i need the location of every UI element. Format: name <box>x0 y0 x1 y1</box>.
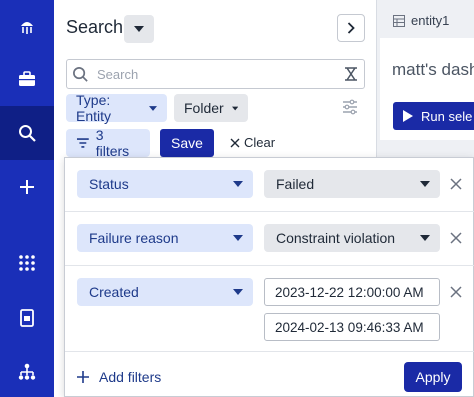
filter-value-select-status[interactable]: Failed <box>264 170 440 198</box>
caret-down-icon <box>420 181 430 187</box>
filter-lines-icon <box>76 138 89 148</box>
remove-filter-button[interactable] <box>447 175 465 193</box>
search-input[interactable] <box>97 65 327 83</box>
tab-entity1[interactable]: entity1 <box>393 13 449 28</box>
run-selected-button[interactable]: Run sele <box>393 102 474 130</box>
tab-label: entity1 <box>411 13 450 28</box>
add-filters-button[interactable]: Add filters <box>77 369 161 385</box>
filter-value-select-failure-reason[interactable]: Constraint violation <box>264 224 440 252</box>
search-box <box>66 59 365 89</box>
rail-apps-button[interactable] <box>0 236 54 290</box>
filter-field-select-status[interactable]: Status <box>77 170 253 198</box>
apply-button[interactable]: Apply <box>404 362 462 392</box>
filters-popover: Status Failed Failure reason Constraint … <box>64 157 474 397</box>
clear-button[interactable]: Clear <box>230 135 275 150</box>
filters-count-chip[interactable]: 3 filters <box>66 127 150 159</box>
created-to-input[interactable]: 2024-02-13 09:46:33 AM <box>264 313 440 341</box>
rail-search-button[interactable] <box>0 106 54 160</box>
close-icon <box>450 286 462 298</box>
filter-field-select-failure-reason[interactable]: Failure reason <box>77 224 253 252</box>
rail-briefcase-button[interactable] <box>0 52 54 106</box>
caret-down-icon <box>233 289 243 295</box>
caret-down-icon <box>420 235 430 241</box>
caret-down-icon <box>134 26 144 32</box>
caret-down-icon <box>233 181 243 187</box>
sliders-icon[interactable] <box>342 99 358 115</box>
collapse-panel-button[interactable] <box>337 14 365 42</box>
rail-hierarchy-button[interactable] <box>0 345 54 397</box>
grid-dots-icon <box>19 255 35 271</box>
created-from-input[interactable]: 2023-12-22 12:00:00 AM <box>264 278 440 306</box>
close-icon <box>230 138 240 147</box>
type-filter-label: Type: Entity <box>76 92 112 124</box>
play-icon <box>403 110 413 122</box>
left-nav-rail <box>0 0 54 397</box>
save-button[interactable]: Save <box>160 129 214 157</box>
filter-value-label: Constraint violation <box>276 230 396 246</box>
page-title: Search <box>66 17 124 37</box>
filter-field-label: Created <box>89 284 139 300</box>
clear-label: Clear <box>244 135 276 150</box>
hierarchy-icon <box>18 363 36 380</box>
caret-down-icon <box>149 105 157 111</box>
plus-icon <box>20 180 34 194</box>
filter-field-select-created[interactable]: Created <box>77 278 253 306</box>
search-icon <box>19 125 36 142</box>
filter-divider <box>65 211 474 212</box>
filter-field-label: Failure reason <box>89 230 179 246</box>
rail-add-button[interactable] <box>0 160 54 214</box>
caret-down-icon <box>231 106 238 110</box>
table-icon <box>393 14 405 27</box>
briefcase-icon <box>19 71 35 86</box>
chevron-right-icon <box>347 22 355 34</box>
run-label: Run sele <box>421 108 473 124</box>
filter-field-label: Status <box>89 176 129 192</box>
folder-filter-label: Folder <box>184 100 224 116</box>
filter-divider <box>65 351 474 352</box>
add-filters-label: Add filters <box>99 369 162 385</box>
filters-count-label: 3 filters <box>95 127 130 159</box>
remove-filter-button[interactable] <box>447 229 465 247</box>
search-icon <box>73 67 88 82</box>
folder-filter-chip[interactable]: Folder <box>174 94 248 122</box>
document-icon <box>20 309 34 327</box>
jellyfish-logo-icon <box>21 22 33 34</box>
rail-document-button[interactable] <box>0 291 54 345</box>
caret-down-icon <box>233 235 243 241</box>
dashboard-title: matt's dash <box>392 60 474 79</box>
app-logo[interactable] <box>0 0 54 54</box>
plus-icon <box>77 371 89 383</box>
remove-filter-button[interactable] <box>447 283 465 301</box>
hourglass-filter-icon[interactable] <box>344 67 358 81</box>
filter-divider <box>65 265 474 266</box>
type-filter-chip[interactable]: Type: Entity <box>66 92 167 124</box>
filter-value-label: Failed <box>276 176 315 192</box>
close-icon <box>450 178 462 190</box>
search-mode-dropdown[interactable] <box>124 15 154 43</box>
close-icon <box>450 232 462 244</box>
